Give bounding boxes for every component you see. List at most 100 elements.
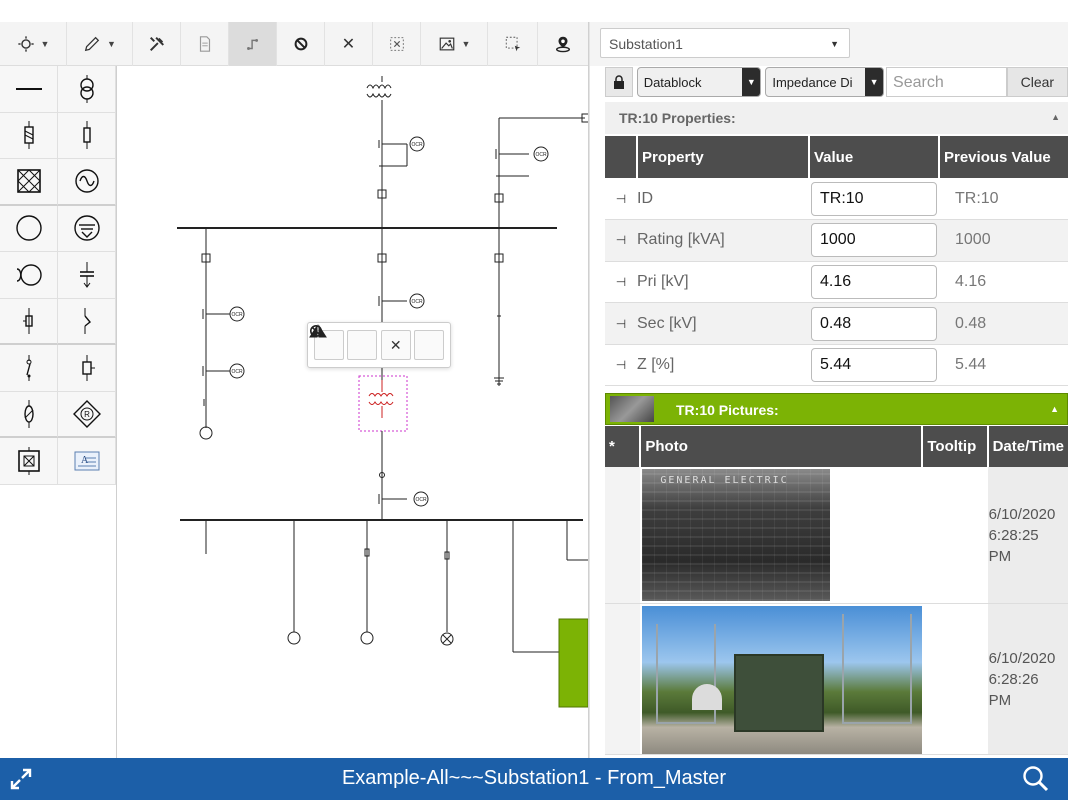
- palette-current-transformer[interactable]: [0, 298, 58, 345]
- ocr-relay[interactable]: OCR: [229, 306, 245, 322]
- type-select[interactable]: Impedance Di ▼: [765, 67, 885, 97]
- palette-generator[interactable]: [58, 159, 116, 206]
- palette-surge-arrester[interactable]: [0, 391, 58, 438]
- document-button[interactable]: [181, 22, 229, 66]
- ocr-relay[interactable]: OCR: [533, 146, 549, 162]
- palette-motor[interactable]: [0, 252, 58, 299]
- palette-switchgear[interactable]: [0, 159, 58, 206]
- property-name: ID: [637, 178, 809, 221]
- pin-icon[interactable]: ⊣: [605, 219, 637, 262]
- column-header-tooltip[interactable]: Tooltip: [922, 426, 989, 467]
- palette-fuse[interactable]: [0, 112, 58, 159]
- chevron-down-icon: ▼: [830, 39, 839, 49]
- regulator-icon: R: [72, 399, 101, 428]
- palette-grounding-transformer[interactable]: [58, 205, 116, 252]
- properties-section-header[interactable]: TR:10 Properties: ▲: [605, 102, 1068, 134]
- palette-switch[interactable]: [0, 345, 58, 392]
- pictures-table: * Photo Tooltip Date/Time GENERAL ELECTR…: [605, 426, 1068, 755]
- tooltip-cell[interactable]: [922, 603, 988, 755]
- top-transformer-primary[interactable]: [366, 84, 392, 90]
- table-row: ⊣ ID TR:10 TR:10: [605, 178, 1068, 221]
- selection-icon: [505, 36, 520, 52]
- ocr-label: OCR: [411, 142, 423, 148]
- disable-element-button[interactable]: [310, 325, 445, 360]
- load-1[interactable]: [287, 631, 301, 645]
- search-button[interactable]: [1022, 765, 1050, 798]
- palette-disconnect[interactable]: [58, 298, 116, 345]
- substation-photo[interactable]: [642, 606, 923, 754]
- pin-icon[interactable]: ⊣: [605, 344, 637, 387]
- palette-breaker[interactable]: [58, 112, 116, 159]
- connect-button[interactable]: [229, 22, 277, 66]
- symbol-palette: R A: [0, 66, 117, 758]
- palette-regulator[interactable]: R: [58, 391, 116, 438]
- selected-transformer-box[interactable]: [358, 375, 408, 432]
- collapse-icon[interactable]: ▲: [1051, 112, 1060, 122]
- palette-bus-line[interactable]: [0, 66, 58, 113]
- ocr-relay[interactable]: OCR: [409, 136, 425, 152]
- table-row[interactable]: 6/10/2020 6:28:26 PM: [605, 603, 1068, 755]
- nameplate-photo[interactable]: GENERAL ELECTRIC: [642, 469, 831, 601]
- fit-button[interactable]: [373, 22, 421, 66]
- column-header-star[interactable]: *: [605, 426, 642, 467]
- top-transformer-secondary[interactable]: [366, 92, 392, 98]
- palette-circle-node[interactable]: [0, 205, 58, 252]
- palette-relay[interactable]: [58, 345, 116, 392]
- table-row: ⊣ Pri [kV] 4.16 4.16: [605, 261, 1068, 304]
- delete-element-button[interactable]: ✕: [380, 330, 411, 360]
- tooltip-cell[interactable]: [922, 467, 988, 604]
- value-input[interactable]: 0.48: [811, 306, 937, 341]
- clear-button[interactable]: Clear: [1006, 67, 1068, 97]
- value-input[interactable]: 5.44: [811, 348, 937, 383]
- delete-button[interactable]: ✕: [325, 22, 373, 66]
- ocr-relay[interactable]: OCR: [413, 491, 429, 507]
- flip-vertical-button[interactable]: [309, 324, 378, 360]
- pin-icon[interactable]: ⊣: [605, 178, 637, 221]
- palette-capacitor[interactable]: [58, 252, 116, 299]
- ampm: PM: [988, 547, 1012, 565]
- table-row[interactable]: GENERAL ELECTRIC 6/10/2020 6:28:25 PM: [605, 467, 1068, 604]
- locate-button[interactable]: [538, 22, 588, 66]
- photo-transformer: [734, 654, 825, 732]
- diagram-canvas[interactable]: OCR OCR OCR OCR OCR OCR ✕: [117, 66, 588, 758]
- green-panel[interactable]: [558, 618, 588, 708]
- column-header-value[interactable]: Value: [809, 136, 940, 178]
- ocr-relay[interactable]: OCR: [229, 363, 245, 379]
- text-box-icon: A: [74, 451, 99, 471]
- settings-button[interactable]: ▼: [0, 22, 67, 66]
- column-header-datetime[interactable]: Date/Time: [987, 426, 1068, 467]
- properties-panel: Substation1 ▼ Datablock ▼ Impedance Di ▼…: [590, 22, 1068, 758]
- disable-button[interactable]: [277, 22, 325, 66]
- pin-icon[interactable]: ⊣: [605, 302, 637, 345]
- ocr-label: OCR: [535, 152, 547, 158]
- ocr-label: OCR: [411, 299, 423, 305]
- search-input[interactable]: Search: [886, 67, 1007, 97]
- pictures-section-header[interactable]: TR:10 Pictures: ▲: [605, 393, 1068, 425]
- pin-icon[interactable]: ⊣: [605, 261, 637, 304]
- left-feeder-load[interactable]: [199, 426, 213, 440]
- value-input[interactable]: 4.16: [811, 264, 937, 299]
- previous-value: 5.44: [939, 344, 1068, 387]
- column-header-property[interactable]: Property: [637, 136, 810, 178]
- image-button[interactable]: ▼: [421, 22, 488, 66]
- collapse-icon[interactable]: ▲: [1050, 404, 1059, 414]
- bottom-bar: Example-All~~~Substation1 - From_Master: [0, 758, 1068, 800]
- column-header-photo[interactable]: Photo: [640, 426, 924, 467]
- ocr-relay[interactable]: OCR: [409, 293, 425, 309]
- edit-button[interactable]: ▼: [67, 22, 133, 66]
- view-select[interactable]: Datablock ▼: [636, 67, 762, 97]
- select-area-button[interactable]: [488, 22, 538, 66]
- palette-text-box[interactable]: A: [58, 438, 116, 485]
- close-icon: ✕: [389, 336, 402, 353]
- substation-select[interactable]: Substation1 ▼: [600, 28, 850, 58]
- palette-panel[interactable]: [0, 438, 58, 485]
- value-input[interactable]: 1000: [811, 223, 937, 258]
- load-2[interactable]: [360, 631, 374, 645]
- right-panel-header: Substation1 ▼: [590, 22, 1068, 66]
- tools-button[interactable]: [133, 22, 181, 66]
- document-title: Example-All~~~Substation1 - From_Master: [341, 767, 727, 789]
- lock-button[interactable]: [605, 67, 633, 97]
- value-input[interactable]: TR:10: [811, 181, 937, 216]
- column-header-previous[interactable]: Previous Value: [939, 136, 1068, 178]
- palette-transformer[interactable]: [58, 66, 116, 113]
